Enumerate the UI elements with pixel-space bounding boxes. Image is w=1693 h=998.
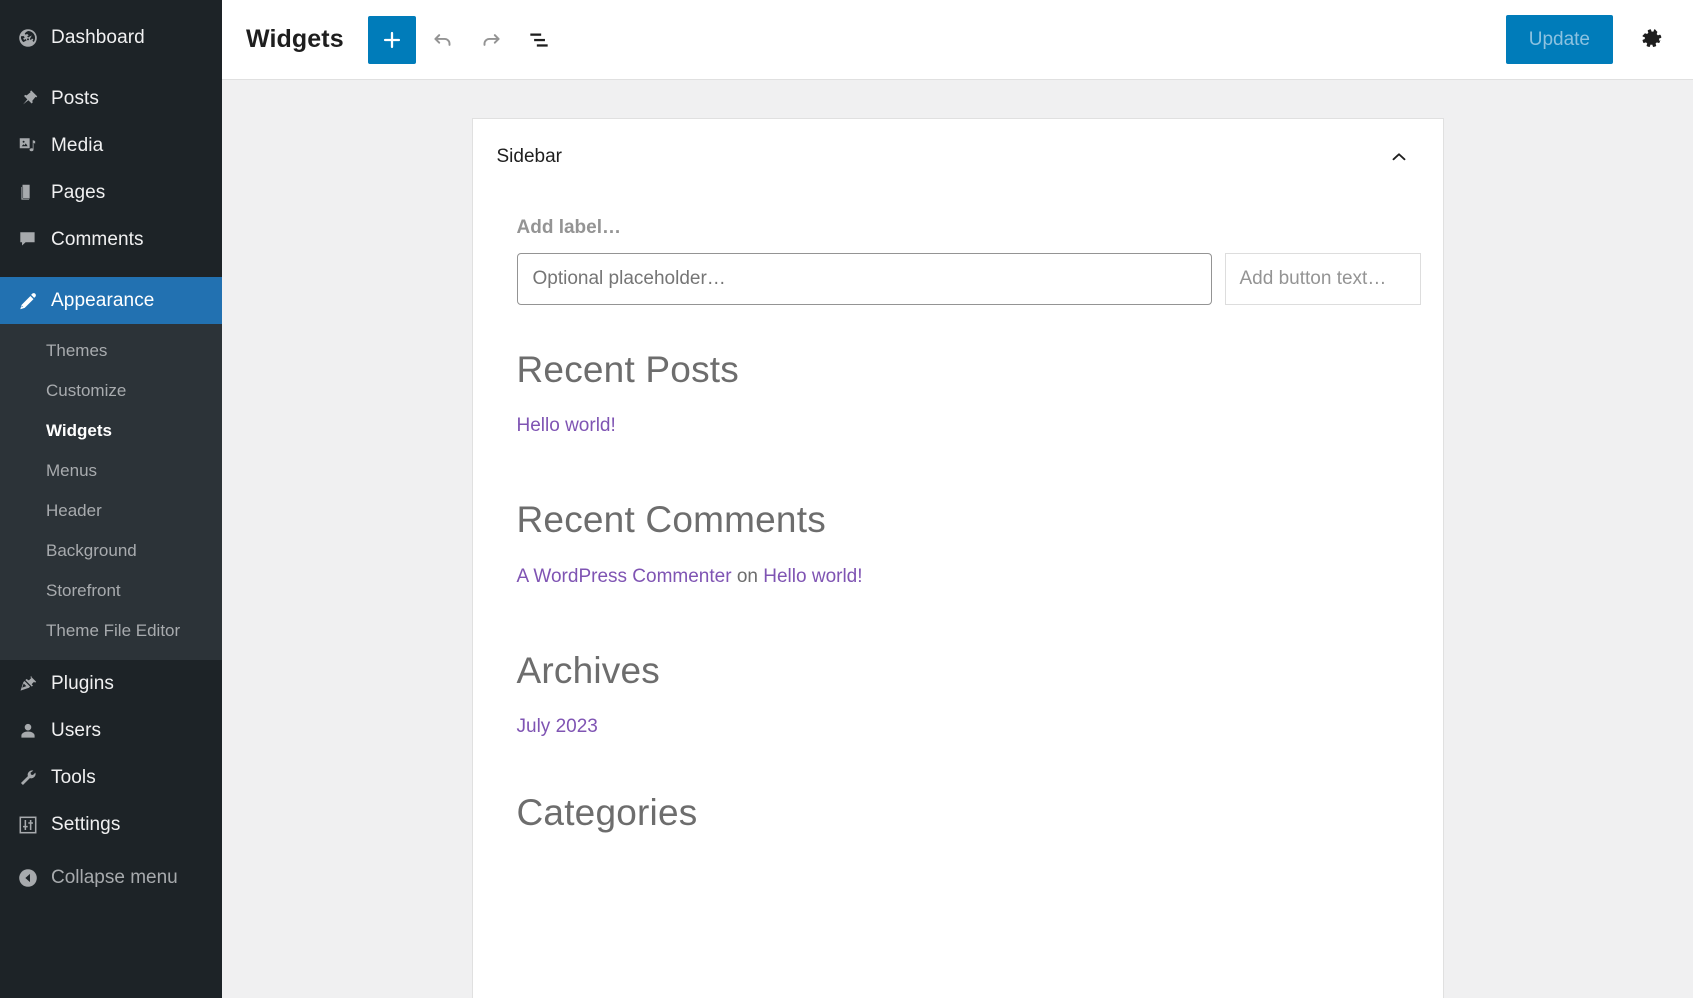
submenu-item-background[interactable]: Background (0, 531, 222, 571)
search-row: Add button text… (517, 253, 1421, 305)
add-block-button[interactable] (368, 16, 416, 64)
admin-sidebar: Dashboard Posts Media Pages Commen (0, 0, 222, 998)
sidebar-item-appearance[interactable]: Appearance (0, 277, 222, 324)
collapse-menu-button[interactable]: Collapse menu (0, 854, 222, 901)
collapse-menu-label: Collapse menu (46, 867, 178, 889)
submenu-item-storefront[interactable]: Storefront (0, 571, 222, 611)
list-item: Hello world! (517, 415, 1421, 437)
post-link[interactable]: Hello world! (517, 415, 616, 436)
block-gap (517, 596, 1421, 648)
redo-button[interactable] (467, 16, 515, 64)
widget-area-header[interactable]: Sidebar (495, 119, 1421, 195)
archives-list: July 2023 (517, 716, 1421, 738)
sidebar-item-settings[interactable]: Settings (0, 801, 222, 848)
sidebar-item-media[interactable]: Media (0, 122, 222, 169)
list-item: July 2023 (517, 716, 1421, 738)
sidebar-item-label: Comments (46, 229, 144, 251)
block-heading[interactable]: Recent Comments (517, 497, 1421, 543)
sidebar-item-label: Posts (46, 88, 99, 110)
recent-posts-list: Hello world! (517, 415, 1421, 437)
comment-post-link[interactable]: Hello world! (763, 566, 862, 587)
search-input[interactable] (517, 253, 1212, 305)
settings-icon (10, 814, 46, 836)
sidebar-item-users[interactable]: Users (0, 707, 222, 754)
list-view-button[interactable] (515, 16, 563, 64)
editor-canvas: Sidebar Add label… Add button text… (222, 80, 1693, 998)
sidebar-item-label: Appearance (46, 290, 154, 312)
pages-icon (10, 182, 46, 204)
block-archives: Archives July 2023 (517, 648, 1421, 738)
menu-separator (0, 263, 222, 277)
block-heading[interactable]: Recent Posts (517, 347, 1421, 393)
archive-link[interactable]: July 2023 (517, 716, 598, 737)
wrench-icon (10, 767, 46, 789)
settings-gear-button[interactable] (1627, 16, 1675, 64)
submenu-item-themes[interactable]: Themes (0, 331, 222, 371)
block-recent-comments: Recent Comments A WordPress Commenter on… (517, 497, 1421, 587)
sidebar-item-plugins[interactable]: Plugins (0, 660, 222, 707)
sidebar-item-label: Media (46, 135, 103, 157)
plugin-icon (10, 673, 46, 695)
comment-on-text: on (732, 566, 764, 587)
page-title: Widgets (246, 25, 344, 54)
block-recent-posts: Recent Posts Hello world! (517, 347, 1421, 437)
collapse-arrow-icon (10, 867, 46, 889)
editor-header: Widgets Update (222, 0, 1693, 80)
chevron-up-icon[interactable] (1379, 137, 1419, 177)
brush-icon (10, 290, 46, 312)
sidebar-item-pages[interactable]: Pages (0, 169, 222, 216)
search-block-label[interactable]: Add label… (517, 217, 1421, 239)
update-button[interactable]: Update (1506, 15, 1613, 64)
media-icon (10, 135, 46, 157)
wp-admin-screen: Dashboard Posts Media Pages Commen (0, 0, 1693, 998)
sidebar-item-tools[interactable]: Tools (0, 754, 222, 801)
editor-main: Widgets Update Sidebar (222, 0, 1693, 998)
sidebar-item-comments[interactable]: Comments (0, 216, 222, 263)
list-item: A WordPress Commenter on Hello world! (517, 566, 1421, 588)
block-heading[interactable]: Archives (517, 648, 1421, 694)
sidebar-item-label: Settings (46, 814, 120, 836)
block-categories: Categories (517, 790, 1421, 836)
submenu-item-theme-file-editor[interactable]: Theme File Editor (0, 611, 222, 651)
submenu-item-menus[interactable]: Menus (0, 451, 222, 491)
appearance-submenu: Themes Customize Widgets Menus Header Ba… (0, 324, 222, 660)
comment-author-link[interactable]: A WordPress Commenter (517, 566, 732, 587)
sidebar-item-label: Tools (46, 767, 96, 789)
menu-separator (0, 61, 222, 75)
users-icon (10, 720, 46, 742)
block-heading[interactable]: Categories (517, 790, 1421, 836)
sidebar-item-posts[interactable]: Posts (0, 75, 222, 122)
sidebar-item-label: Plugins (46, 673, 114, 695)
dashboard-icon (10, 27, 46, 49)
widget-area-sidebar: Sidebar Add label… Add button text… (472, 118, 1444, 998)
block-gap (517, 746, 1421, 790)
sidebar-item-label: Users (46, 720, 101, 742)
pin-icon (10, 88, 46, 110)
block-gap (517, 445, 1421, 497)
search-button-text-field[interactable]: Add button text… (1225, 253, 1421, 305)
undo-button[interactable] (419, 16, 467, 64)
widget-area-title: Sidebar (497, 146, 563, 168)
search-block: Add label… Add button text… (517, 217, 1421, 305)
comments-icon (10, 229, 46, 251)
submenu-item-widgets[interactable]: Widgets (0, 411, 222, 451)
widget-area-body: Add label… Add button text… Recent Posts… (495, 195, 1421, 836)
sidebar-item-label: Pages (46, 182, 105, 204)
sidebar-item-dashboard[interactable]: Dashboard (0, 14, 222, 61)
sidebar-item-label: Dashboard (46, 27, 145, 49)
submenu-item-customize[interactable]: Customize (0, 371, 222, 411)
recent-comments-list: A WordPress Commenter on Hello world! (517, 566, 1421, 588)
submenu-item-header[interactable]: Header (0, 491, 222, 531)
